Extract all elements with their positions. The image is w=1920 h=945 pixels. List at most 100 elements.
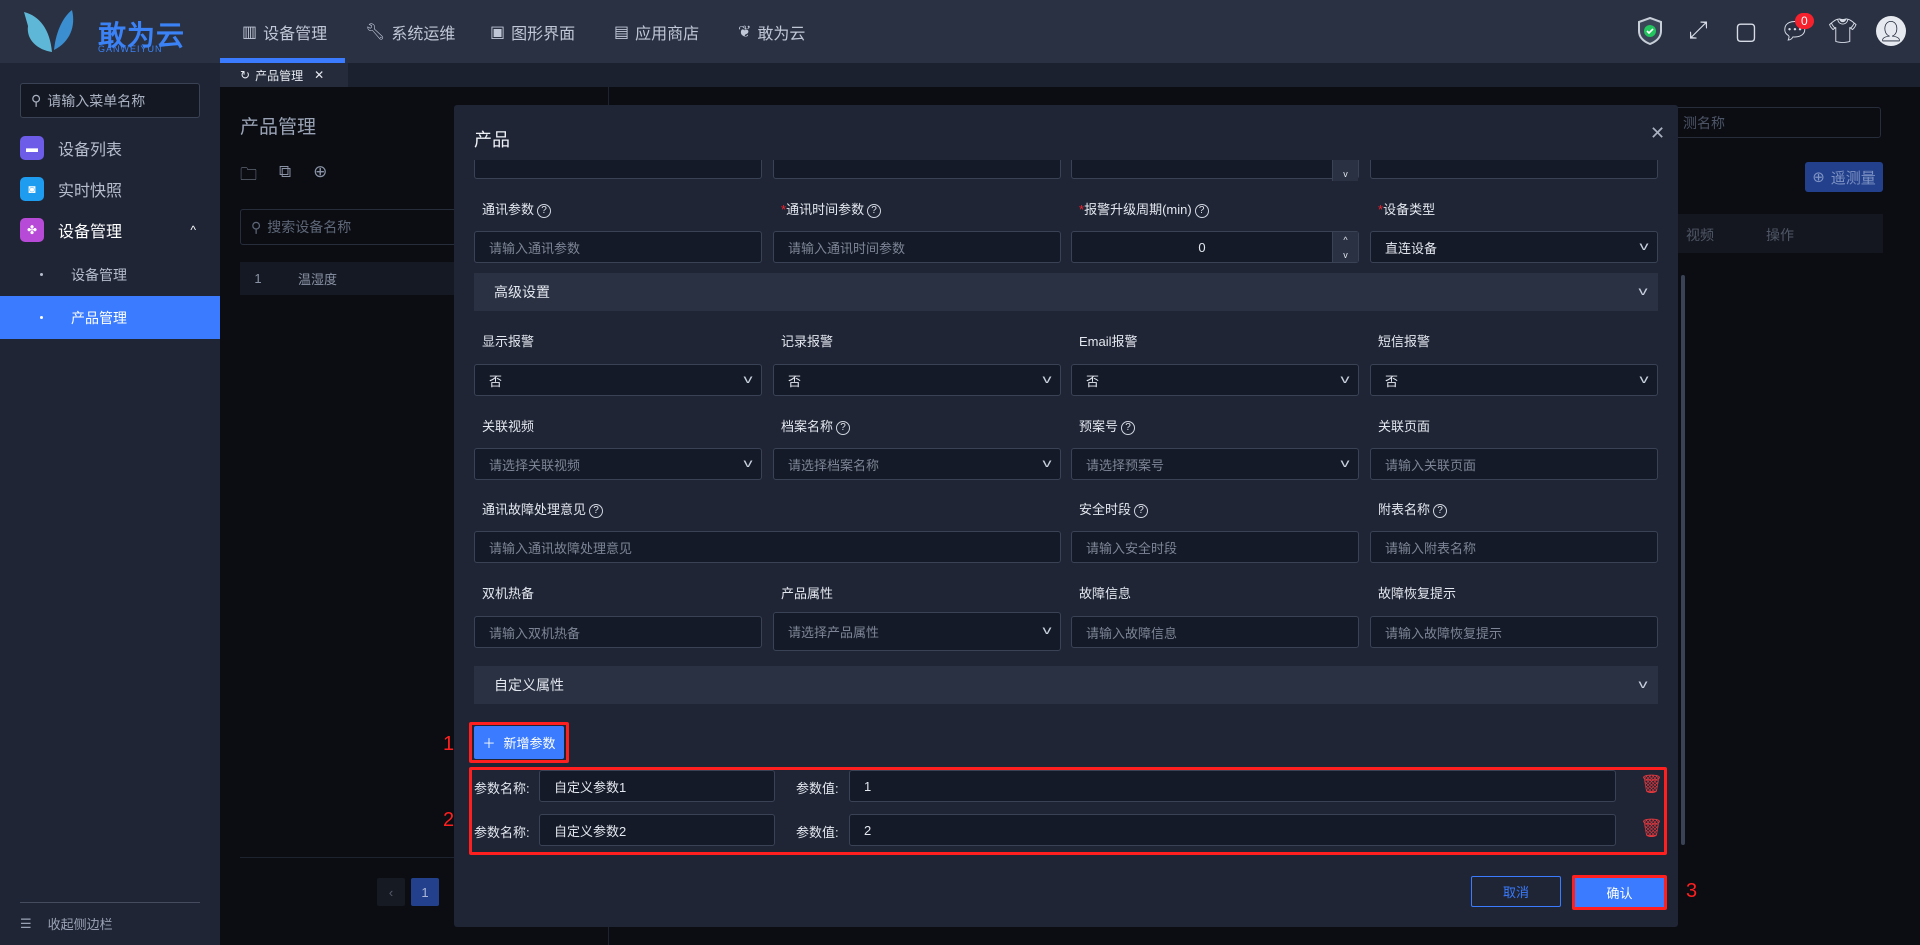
theme-shirt-icon[interactable]: 👕︎ bbox=[1828, 16, 1858, 46]
prev-page-button[interactable]: ‹ bbox=[377, 878, 405, 906]
select-field[interactable]: 请选择预案号 v bbox=[1071, 448, 1359, 480]
dialog-scrollbar[interactable] bbox=[1681, 275, 1685, 845]
fullscreen-icon[interactable]: ⤢ bbox=[1683, 16, 1713, 46]
param-name-input[interactable]: 自定义参数1 bbox=[539, 770, 775, 802]
field-label-text: 故障信息 bbox=[1079, 586, 1132, 601]
param-name-input[interactable]: 自定义参数2 bbox=[539, 814, 775, 846]
confirm-button[interactable]: 确认 bbox=[1572, 875, 1667, 910]
export-icon[interactable]: ⧉ bbox=[279, 162, 291, 191]
grid-icon: ✤ bbox=[20, 218, 44, 242]
field-label-text: 产品属性 bbox=[781, 586, 834, 601]
sidebar-subitem-device-management[interactable]: 设备管理 bbox=[0, 253, 220, 296]
select-field[interactable]: 请选择档案名称 v bbox=[773, 448, 1061, 480]
number-stepper[interactable]: ^ v bbox=[1332, 232, 1358, 262]
select-field[interactable]: 否v bbox=[474, 364, 762, 396]
help-icon[interactable]: ? bbox=[1134, 503, 1149, 518]
select-field[interactable]: 请选择关联视频 v bbox=[474, 448, 762, 480]
import-folder-icon[interactable]: 🗀︎ bbox=[240, 162, 257, 191]
telemetry-search-input[interactable]: 测名称 bbox=[1650, 107, 1881, 138]
sidebar-item-realtime-snapshot[interactable]: ◙ 实时快照 bbox=[20, 177, 220, 201]
nav-label: 系统运维 bbox=[391, 25, 456, 43]
select-field[interactable]: 否v bbox=[1071, 364, 1359, 396]
help-icon[interactable]: ? bbox=[1121, 420, 1136, 435]
sidebar-item-label: 设备管理 bbox=[58, 224, 123, 241]
field-label-text: 关联视频 bbox=[482, 419, 535, 434]
text-input[interactable]: 请输入通讯故障处理意见 bbox=[474, 531, 1061, 563]
close-tab-icon[interactable]: ✕ bbox=[314, 68, 324, 82]
nav-ganweiyun[interactable]: ❦ 敢为云 bbox=[738, 0, 805, 63]
delete-trash-icon[interactable]: 🗑︎ bbox=[1640, 818, 1663, 839]
refresh-icon[interactable]: ↻ bbox=[240, 68, 250, 82]
scrolled-field[interactable] bbox=[474, 160, 762, 179]
field-label-text: 显示报警 bbox=[482, 334, 535, 349]
help-icon[interactable]: ? bbox=[1433, 503, 1448, 518]
menu-search-input[interactable]: ⚲ 请输入菜单名称 bbox=[20, 83, 200, 118]
scrolled-field[interactable] bbox=[1370, 160, 1658, 179]
sidebar-item-device-list[interactable]: ▬ 设备列表 bbox=[20, 136, 220, 160]
add-parameter-button[interactable]: ＋ 新增参数 bbox=[474, 726, 564, 759]
text-input[interactable]: 请输入故障信息 bbox=[1071, 616, 1359, 648]
field-placeholder: 请输入通讯参数 bbox=[489, 240, 581, 256]
table-row[interactable]: 1 温湿度 bbox=[240, 262, 490, 295]
select-field[interactable]: 否v bbox=[773, 364, 1061, 396]
nav-device-management[interactable]: ▥ 设备管理 bbox=[242, 0, 327, 63]
close-icon[interactable]: ✕ bbox=[1650, 123, 1665, 144]
spin-up-icon[interactable]: ^ bbox=[1333, 232, 1358, 247]
param-value-input[interactable]: 1 bbox=[849, 770, 1616, 802]
add-telemetry-button[interactable]: ⊕ 遥测量 bbox=[1805, 162, 1883, 192]
number-input[interactable]: 0 ^ v bbox=[1071, 231, 1359, 263]
tab-product-management[interactable]: ↻ 产品管理 ✕ bbox=[220, 63, 348, 87]
nav-app-store[interactable]: ▤ 应用商店 bbox=[614, 0, 699, 63]
scrolled-field[interactable] bbox=[773, 160, 1061, 179]
field-label: 通讯参数? bbox=[482, 199, 552, 218]
field-placeholder: 请输入故障恢复提示 bbox=[1385, 625, 1503, 641]
scrolled-field[interactable]: v bbox=[1071, 160, 1359, 181]
select-field[interactable]: 否v bbox=[1370, 364, 1658, 396]
param-value-input[interactable]: 2 bbox=[849, 814, 1616, 846]
column-header-actions: 操作 bbox=[1766, 227, 1794, 243]
search-icon: ⚲ bbox=[251, 218, 262, 235]
text-input[interactable]: 请输入双机热备 bbox=[474, 616, 762, 648]
text-input[interactable]: 请输入附表名称 bbox=[1370, 531, 1658, 563]
help-icon[interactable]: ? bbox=[589, 503, 604, 518]
page-button-1[interactable]: 1 bbox=[411, 878, 439, 906]
advanced-settings-section[interactable]: 高级设置 v bbox=[474, 273, 1658, 311]
text-input[interactable]: 请输入关联页面 bbox=[1370, 448, 1658, 480]
add-circle-icon[interactable]: ⊕ bbox=[313, 162, 327, 191]
spin-down-icon[interactable]: v bbox=[1333, 247, 1358, 262]
nav-system-ops[interactable]: 🔧︎ 系统运维 bbox=[365, 0, 455, 63]
custom-attributes-section[interactable]: 自定义属性 v bbox=[474, 666, 1658, 704]
security-shield-icon[interactable] bbox=[1635, 16, 1665, 46]
field-label: 故障信息 bbox=[1079, 583, 1131, 602]
nav-graphics[interactable]: ▣ 图形界面 bbox=[490, 0, 575, 63]
field-placeholder: 请输入关联页面 bbox=[1385, 457, 1477, 473]
spin-down-icon[interactable]: v bbox=[1333, 166, 1358, 181]
user-avatar[interactable]: 👤︎ bbox=[1876, 16, 1906, 46]
field-label: 档案名称? bbox=[781, 416, 851, 435]
help-icon[interactable]: ? bbox=[867, 203, 882, 218]
sidebar-subitem-product-management[interactable]: 产品管理 bbox=[0, 296, 220, 339]
page-title: 产品管理 bbox=[240, 117, 317, 138]
logo-subtitle: GANWEIYUN bbox=[98, 44, 163, 54]
cancel-button[interactable]: 取消 bbox=[1471, 876, 1561, 907]
device-search-input[interactable]: ⚲ 搜索设备名称 bbox=[240, 209, 490, 245]
param-value-label: 参数值: bbox=[796, 825, 839, 840]
sidebar-item-device-management[interactable]: ✤ 设备管理 ^ bbox=[20, 218, 220, 242]
chevron-down-icon: v bbox=[1042, 623, 1052, 637]
collapse-sidebar-button[interactable]: ☰ 收起侧边栏 bbox=[20, 914, 113, 933]
select-field[interactable]: 直连设备 v bbox=[1370, 231, 1658, 263]
text-input[interactable]: 请输入安全时段 bbox=[1071, 531, 1359, 563]
select-field[interactable]: 请选择产品属性 v bbox=[773, 612, 1061, 651]
help-icon[interactable]: ? bbox=[1194, 203, 1209, 218]
delete-trash-icon[interactable]: 🗑︎ bbox=[1640, 774, 1663, 795]
text-input[interactable]: 请输入通讯时间参数 bbox=[773, 231, 1061, 263]
section-title: 高级设置 bbox=[494, 284, 550, 300]
field-label-text: 记录报警 bbox=[781, 334, 834, 349]
help-icon[interactable]: ? bbox=[537, 203, 552, 218]
field-label-text: 预案号 bbox=[1079, 419, 1119, 434]
text-input[interactable]: 请输入通讯参数 bbox=[474, 231, 762, 263]
text-input[interactable]: 请输入故障恢复提示 bbox=[1370, 616, 1658, 648]
help-icon[interactable]: ? bbox=[836, 420, 851, 435]
screen-frame-icon[interactable]: ▢ bbox=[1731, 16, 1761, 46]
field-label-text: 附表名称 bbox=[1378, 502, 1431, 517]
